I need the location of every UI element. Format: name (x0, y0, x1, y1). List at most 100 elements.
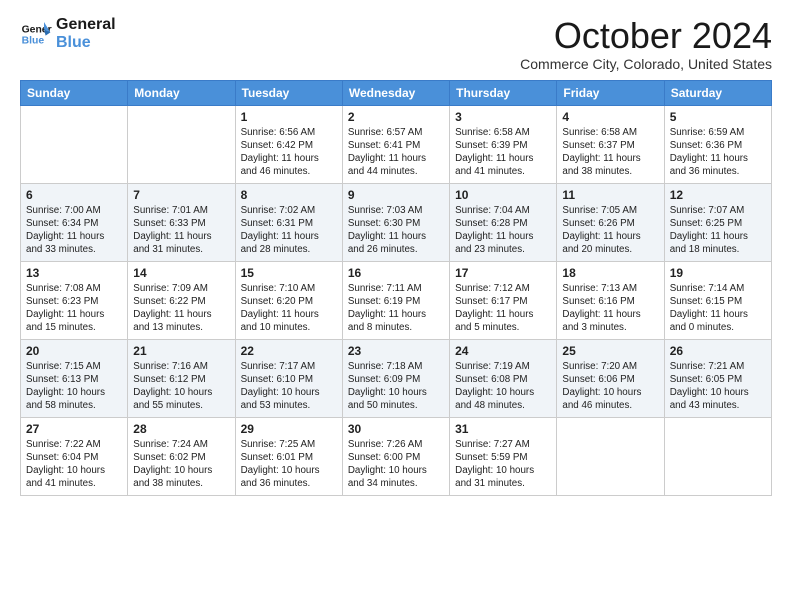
calendar-cell (557, 417, 664, 495)
day-number: 1 (241, 110, 337, 124)
calendar-cell: 9Sunrise: 7:03 AM Sunset: 6:30 PM Daylig… (342, 183, 449, 261)
calendar-cell: 19 Sunrise: 7:14 AM Sunset: 6:15 PM Dayli… (664, 261, 771, 339)
calendar-cell: 18 Sunrise: 7:13 AM Sunset: 6:16 PM Dayli… (557, 261, 664, 339)
calendar-cell: 1 Sunrise: 6:56 AM Sunset: 6:42 PM Daylig… (235, 105, 342, 183)
calendar-cell: 20Sunrise: 7:15 AM Sunset: 6:13 PM Dayli… (21, 339, 128, 417)
calendar-cell: 11 Sunrise: 7:05 AM Sunset: 6:26 PM Dayli… (557, 183, 664, 261)
weekday-header-thursday: Thursday (450, 80, 557, 105)
title-block: October 2024 Commerce City, Colorado, Un… (520, 16, 772, 72)
calendar-cell: 25 Sunrise: 7:20 AM Sunset: 6:06 PM Dayli… (557, 339, 664, 417)
day-info: Sunrise: 7:00 AM Sunset: 6:34 PM Dayligh… (26, 204, 122, 257)
day-info: Sunrise: 7:09 AM Sunset: 6:22 PM Dayligh… (133, 282, 229, 335)
day-number: 2 (348, 110, 444, 124)
day-number: 14 (133, 266, 229, 280)
calendar-week-2: 6Sunrise: 7:00 AM Sunset: 6:34 PM Daylig… (21, 183, 772, 261)
day-info: Sunrise: 7:07 AM Sunset: 6:25 PM Dayligh… (670, 204, 766, 257)
day-info: Sunrise: 7:02 AM Sunset: 6:31 PM Dayligh… (241, 204, 337, 257)
calendar-week-4: 20Sunrise: 7:15 AM Sunset: 6:13 PM Dayli… (21, 339, 772, 417)
day-info: Sunrise: 7:01 AM Sunset: 6:33 PM Dayligh… (133, 204, 229, 257)
logo-line2: Blue (56, 34, 116, 52)
calendar-cell: 10Sunrise: 7:04 AM Sunset: 6:28 PM Dayli… (450, 183, 557, 261)
day-number: 16 (348, 266, 444, 280)
month-title: October 2024 (520, 16, 772, 56)
calendar-cell: 30 Sunrise: 7:26 AM Sunset: 6:00 PM Dayli… (342, 417, 449, 495)
calendar-cell (664, 417, 771, 495)
day-info: Sunrise: 7:24 AM Sunset: 6:02 PM Dayligh… (133, 438, 229, 491)
calendar-table: SundayMondayTuesdayWednesdayThursdayFrid… (20, 80, 772, 496)
day-info: Sunrise: 7:22 AM Sunset: 6:04 PM Dayligh… (26, 438, 122, 491)
day-number: 18 (562, 266, 658, 280)
day-number: 15 (241, 266, 337, 280)
day-info: Sunrise: 6:58 AM Sunset: 6:37 PM Dayligh… (562, 126, 658, 179)
calendar-cell: 6Sunrise: 7:00 AM Sunset: 6:34 PM Daylig… (21, 183, 128, 261)
day-info: Sunrise: 7:19 AM Sunset: 6:08 PM Dayligh… (455, 360, 551, 413)
day-number: 22 (241, 344, 337, 358)
calendar-cell: 23 Sunrise: 7:18 AM Sunset: 6:09 PM Dayli… (342, 339, 449, 417)
calendar-cell: 26Sunrise: 7:21 AM Sunset: 6:05 PM Dayli… (664, 339, 771, 417)
day-number: 7 (133, 188, 229, 202)
day-number: 28 (133, 422, 229, 436)
day-number: 10 (455, 188, 551, 202)
day-info: Sunrise: 7:20 AM Sunset: 6:06 PM Dayligh… (562, 360, 658, 413)
day-number: 30 (348, 422, 444, 436)
calendar-cell: 13Sunrise: 7:08 AM Sunset: 6:23 PM Dayli… (21, 261, 128, 339)
weekday-header-wednesday: Wednesday (342, 80, 449, 105)
day-info: Sunrise: 7:10 AM Sunset: 6:20 PM Dayligh… (241, 282, 337, 335)
day-info: Sunrise: 6:59 AM Sunset: 6:36 PM Dayligh… (670, 126, 766, 179)
day-number: 5 (670, 110, 766, 124)
day-info: Sunrise: 7:13 AM Sunset: 6:16 PM Dayligh… (562, 282, 658, 335)
day-number: 8 (241, 188, 337, 202)
calendar-cell: 31Sunrise: 7:27 AM Sunset: 5:59 PM Dayli… (450, 417, 557, 495)
weekday-header-tuesday: Tuesday (235, 80, 342, 105)
logo-icon: General Blue (20, 18, 52, 50)
calendar-cell: 27 Sunrise: 7:22 AM Sunset: 6:04 PM Dayli… (21, 417, 128, 495)
day-info: Sunrise: 7:25 AM Sunset: 6:01 PM Dayligh… (241, 438, 337, 491)
day-number: 23 (348, 344, 444, 358)
calendar-cell (21, 105, 128, 183)
day-info: Sunrise: 7:26 AM Sunset: 6:00 PM Dayligh… (348, 438, 444, 491)
day-number: 19 (670, 266, 766, 280)
logo: General Blue General Blue (20, 16, 116, 53)
day-info: Sunrise: 7:12 AM Sunset: 6:17 PM Dayligh… (455, 282, 551, 335)
calendar-cell: 7 Sunrise: 7:01 AM Sunset: 6:33 PM Daylig… (128, 183, 235, 261)
day-info: Sunrise: 7:14 AM Sunset: 6:15 PM Dayligh… (670, 282, 766, 335)
day-info: Sunrise: 7:05 AM Sunset: 6:26 PM Dayligh… (562, 204, 658, 257)
day-info: Sunrise: 7:18 AM Sunset: 6:09 PM Dayligh… (348, 360, 444, 413)
day-info: Sunrise: 7:03 AM Sunset: 6:30 PM Dayligh… (348, 204, 444, 257)
calendar-cell (128, 105, 235, 183)
day-number: 20 (26, 344, 122, 358)
calendar-week-3: 13Sunrise: 7:08 AM Sunset: 6:23 PM Dayli… (21, 261, 772, 339)
day-number: 29 (241, 422, 337, 436)
day-number: 4 (562, 110, 658, 124)
calendar-cell: 12Sunrise: 7:07 AM Sunset: 6:25 PM Dayli… (664, 183, 771, 261)
day-info: Sunrise: 7:08 AM Sunset: 6:23 PM Dayligh… (26, 282, 122, 335)
calendar-cell: 17Sunrise: 7:12 AM Sunset: 6:17 PM Dayli… (450, 261, 557, 339)
calendar-week-1: 1 Sunrise: 6:56 AM Sunset: 6:42 PM Daylig… (21, 105, 772, 183)
calendar-cell: 2 Sunrise: 6:57 AM Sunset: 6:41 PM Daylig… (342, 105, 449, 183)
day-info: Sunrise: 6:56 AM Sunset: 6:42 PM Dayligh… (241, 126, 337, 179)
calendar-cell: 15 Sunrise: 7:10 AM Sunset: 6:20 PM Dayli… (235, 261, 342, 339)
calendar-cell: 4 Sunrise: 6:58 AM Sunset: 6:37 PM Daylig… (557, 105, 664, 183)
calendar-cell: 21Sunrise: 7:16 AM Sunset: 6:12 PM Dayli… (128, 339, 235, 417)
weekday-header-sunday: Sunday (21, 80, 128, 105)
page: General Blue General Blue October 2024 C… (0, 0, 792, 512)
day-number: 3 (455, 110, 551, 124)
weekday-header-saturday: Saturday (664, 80, 771, 105)
day-number: 27 (26, 422, 122, 436)
day-info: Sunrise: 6:57 AM Sunset: 6:41 PM Dayligh… (348, 126, 444, 179)
day-info: Sunrise: 7:17 AM Sunset: 6:10 PM Dayligh… (241, 360, 337, 413)
calendar-cell: 8 Sunrise: 7:02 AM Sunset: 6:31 PM Daylig… (235, 183, 342, 261)
day-number: 21 (133, 344, 229, 358)
calendar-week-5: 27 Sunrise: 7:22 AM Sunset: 6:04 PM Dayli… (21, 417, 772, 495)
day-number: 25 (562, 344, 658, 358)
svg-text:Blue: Blue (22, 36, 45, 47)
day-number: 11 (562, 188, 658, 202)
day-number: 31 (455, 422, 551, 436)
day-info: Sunrise: 7:11 AM Sunset: 6:19 PM Dayligh… (348, 282, 444, 335)
day-info: Sunrise: 6:58 AM Sunset: 6:39 PM Dayligh… (455, 126, 551, 179)
logo-line1: General (56, 16, 116, 34)
calendar-cell: 22 Sunrise: 7:17 AM Sunset: 6:10 PM Dayli… (235, 339, 342, 417)
calendar-cell: 3 Sunrise: 6:58 AM Sunset: 6:39 PM Daylig… (450, 105, 557, 183)
calendar-cell: 5 Sunrise: 6:59 AM Sunset: 6:36 PM Daylig… (664, 105, 771, 183)
calendar-cell: 29 Sunrise: 7:25 AM Sunset: 6:01 PM Dayli… (235, 417, 342, 495)
